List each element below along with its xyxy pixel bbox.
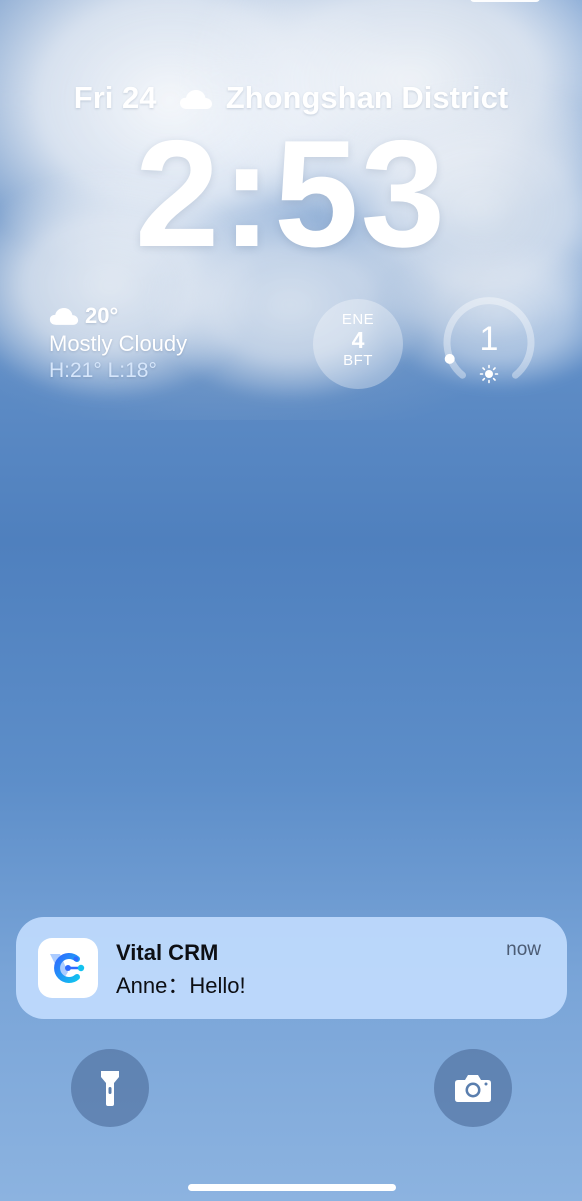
home-indicator[interactable] <box>188 1184 396 1191</box>
wind-speed: 4 <box>351 327 365 353</box>
camera-icon <box>455 1075 491 1102</box>
uv-index-value: 1 <box>479 320 499 358</box>
notification-card[interactable]: Vital CRM Anne：Hello! now <box>16 917 567 1019</box>
high-low-temperature: H:21° L:18° <box>49 359 157 382</box>
temperature: 20° <box>85 303 119 328</box>
camera-button[interactable] <box>434 1049 512 1127</box>
weather-widget[interactable]: 20° Mostly Cloudy H:21° L:18° <box>49 302 187 383</box>
lock-screen: Fri 24 Zhongshan District 2:53 20° Mostl… <box>0 0 582 1201</box>
wind-direction: ENE <box>341 311 375 328</box>
wind-widget[interactable]: ENE 4 BFT <box>313 299 403 389</box>
status-indicator <box>470 0 540 2</box>
flashlight-button[interactable] <box>71 1049 149 1127</box>
notification-message: Anne：Hello! <box>116 973 246 998</box>
cloud-icon <box>49 308 79 325</box>
vital-crm-app-icon <box>38 938 98 998</box>
notification-app-name: Vital CRM <box>116 940 219 965</box>
vital-crm-logo-icon <box>50 953 85 983</box>
sun-icon <box>479 364 499 384</box>
notification-time: now <box>506 939 541 960</box>
cloud-icon <box>180 90 213 109</box>
flashlight-icon <box>101 1071 119 1106</box>
wind-unit: BFT <box>343 352 373 369</box>
weather-condition: Mostly Cloudy <box>49 331 188 356</box>
clock-time: 2:53 <box>134 109 448 279</box>
uv-index-widget[interactable]: 1 <box>442 297 536 391</box>
